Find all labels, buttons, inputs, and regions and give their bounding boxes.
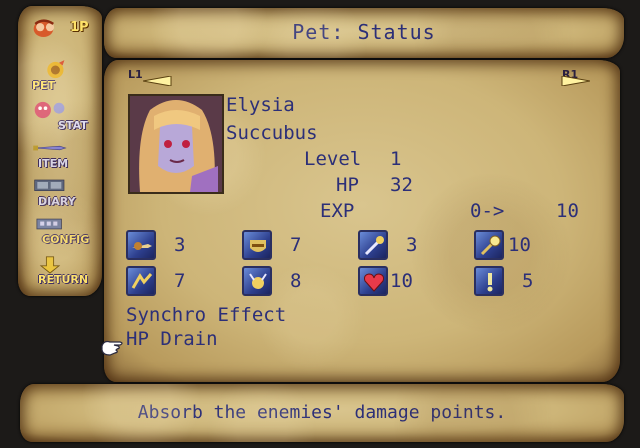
description-panel: Absorb the enemies' damage points.	[20, 384, 624, 442]
level-value: 1	[390, 148, 402, 170]
magic-icon	[358, 230, 388, 260]
pet-name: Elysia	[226, 94, 295, 116]
level-label: Level	[304, 148, 362, 170]
stat-value: 10	[390, 270, 413, 292]
hp-label: HP	[336, 174, 359, 196]
arrow-right-icon	[561, 76, 590, 86]
sidebar-item-item[interactable]: ITEM	[28, 136, 94, 170]
player-badge: 1P	[28, 16, 94, 50]
sidebar-item-label: ITEM	[38, 157, 69, 170]
page-title: Pet: Status	[292, 20, 436, 44]
luck-icon	[474, 266, 504, 296]
heart-icon	[358, 266, 388, 296]
stat-value: 10	[508, 234, 531, 256]
effect-description: Absorb the enemies' damage points.	[137, 402, 507, 423]
l1-button[interactable]: L1	[128, 68, 172, 86]
sidebar-item-label: CONFIG	[42, 233, 90, 246]
pet-race: Succubus	[226, 122, 318, 144]
speed-icon	[126, 266, 156, 296]
spirit-icon	[242, 266, 272, 296]
exp-label: EXP	[320, 200, 355, 222]
sidebar-item-return[interactable]: RETURN	[28, 252, 94, 286]
stat-value: 5	[522, 270, 534, 292]
succubus-portrait-icon	[130, 96, 222, 192]
r1-button[interactable]: R1	[560, 68, 594, 86]
stat-value: 3	[174, 234, 186, 256]
sidebar-item-config[interactable]: CONFIG	[28, 212, 94, 246]
sidebar-item-pet[interactable]: PET	[28, 58, 94, 92]
hand-cursor-icon	[101, 340, 123, 356]
attack-icon	[126, 230, 156, 260]
player-badge-label: 1P	[70, 20, 89, 35]
wand-icon	[474, 230, 504, 260]
arrow-left-icon	[142, 76, 172, 86]
sidebar-item-diary[interactable]: DIARY	[28, 174, 94, 208]
synchro-heading: Synchro Effect	[126, 304, 287, 326]
synchro-effect[interactable]: HP Drain	[126, 328, 218, 350]
sidebar-item-label: STAT	[58, 119, 88, 132]
sidebar-item-label: PET	[32, 79, 56, 92]
defense-icon	[242, 230, 272, 260]
exp-current: 0->	[470, 200, 505, 222]
sidebar-item-label: DIARY	[38, 195, 76, 208]
stat-value: 8	[290, 270, 302, 292]
hp-value: 32	[390, 174, 413, 196]
stat-value: 7	[174, 270, 186, 292]
exp-next: 10	[556, 200, 579, 222]
stat-value: 7	[290, 234, 302, 256]
sidebar-menu: 1P PET STAT ITEM DIARY CONFIG RETURN	[18, 6, 102, 296]
sidebar-item-label: RETURN	[38, 273, 89, 286]
pet-portrait	[128, 94, 224, 194]
l1-label: L1	[128, 68, 143, 81]
party-portrait-icon	[33, 19, 55, 37]
title-bar: Pet: Status	[104, 8, 624, 58]
sidebar-item-stat[interactable]: STAT	[28, 98, 94, 132]
stat-value: 3	[406, 234, 418, 256]
